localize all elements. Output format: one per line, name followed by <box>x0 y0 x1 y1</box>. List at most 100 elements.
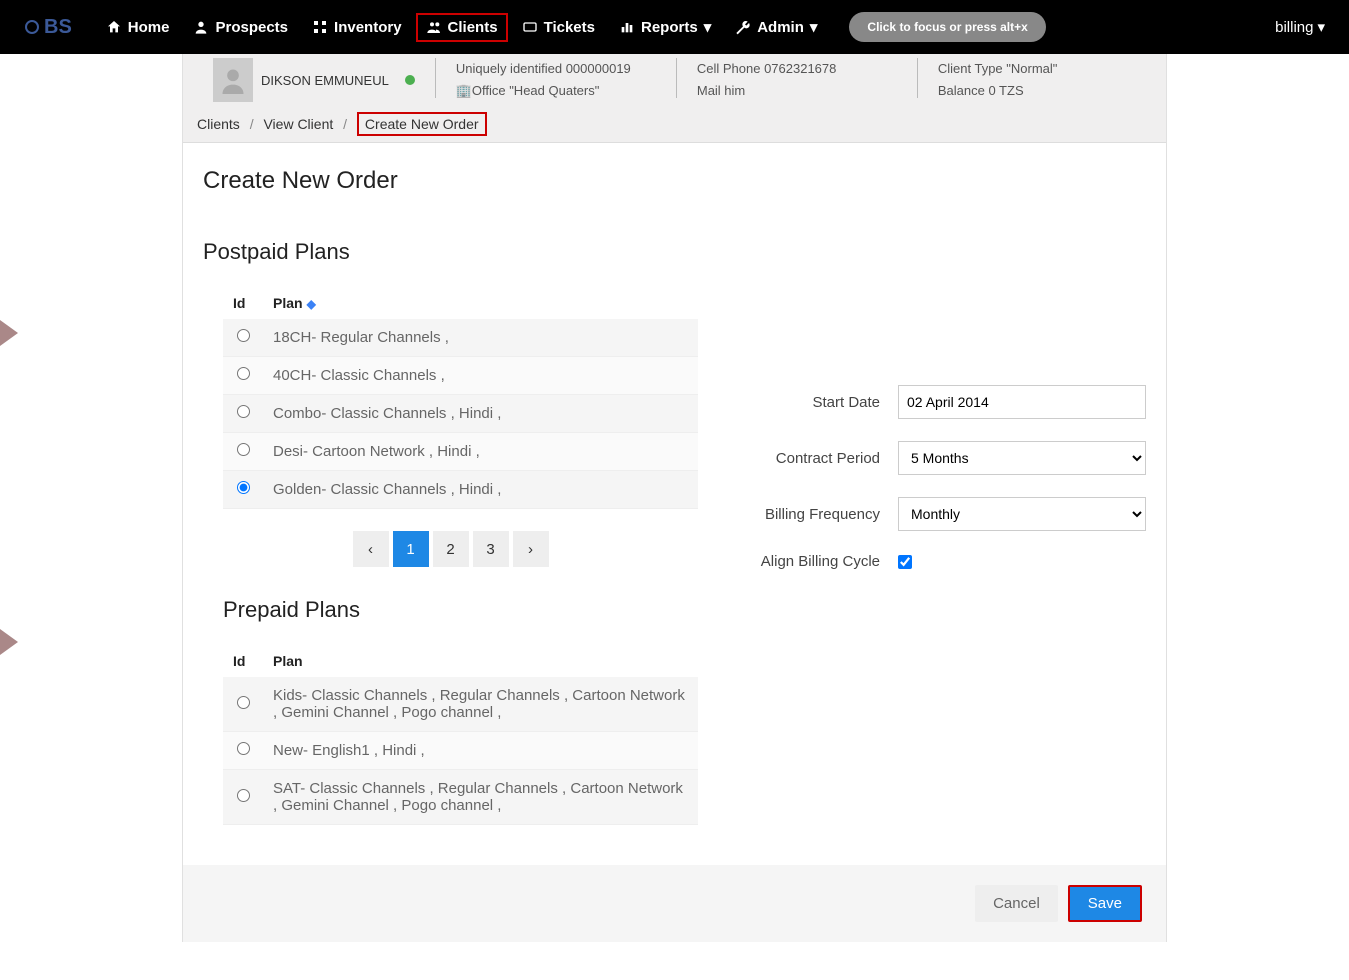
gear-icon <box>24 19 40 35</box>
breadcrumb-sep: / <box>343 116 347 132</box>
page-wrap: DIKSON EMMUNEUL Uniquely identified 0000… <box>182 54 1167 942</box>
mail-link[interactable]: Mail him <box>697 83 745 98</box>
col-id[interactable]: Id <box>223 287 263 319</box>
table-row[interactable]: SAT- Classic Channels , Regular Channels… <box>223 770 698 825</box>
col-plan-label: Plan <box>273 295 303 311</box>
plan-label: New- English1 , Hindi , <box>263 732 698 770</box>
plan-label: 40CH- Classic Channels , <box>263 357 698 395</box>
plan-radio[interactable] <box>237 789 250 802</box>
plan-label: Golden- Classic Channels , Hindi , <box>263 471 698 509</box>
page-prev[interactable]: ‹ <box>353 531 389 567</box>
client-contact-col: Cell Phone 0762321678 Mail him <box>697 58 897 102</box>
prepaid-title: Prepaid Plans <box>223 597 698 623</box>
contract-period-select[interactable]: 5 Months <box>898 441 1146 475</box>
start-date-label: Start Date <box>738 394 898 411</box>
plan-label: 18CH- Regular Channels , <box>263 319 698 357</box>
divider <box>435 58 436 98</box>
status-dot <box>405 75 415 85</box>
nav-inventory-label: Inventory <box>334 19 402 36</box>
plans-column: Postpaid Plans Id Plan ◆ 18CH- Regular Ch… <box>203 225 698 825</box>
plan-radio[interactable] <box>237 367 250 380</box>
postpaid-title: Postpaid Plans <box>203 239 698 265</box>
save-button[interactable]: Save <box>1068 885 1142 922</box>
nav-tickets[interactable]: Tickets <box>512 13 605 42</box>
top-navbar: BS Home Prospects Inventory Clients Tick… <box>0 0 1349 54</box>
person-icon <box>219 64 247 96</box>
avatar <box>213 58 253 102</box>
breadcrumb-sep: / <box>250 116 254 132</box>
nav-tickets-label: Tickets <box>544 19 595 36</box>
content-area: Create New Order Postpaid Plans Id Plan◆… <box>183 143 1166 865</box>
client-id-col: Uniquely identified 000000019 🏢Office "H… <box>456 58 656 102</box>
page-next[interactable]: › <box>513 531 549 567</box>
caret-down-icon: ▾ <box>704 18 712 36</box>
user-menu-label: billing <box>1275 19 1313 36</box>
table-row[interactable]: Kids- Classic Channels , Regular Channel… <box>223 677 698 732</box>
client-unique: Uniquely identified 000000019 <box>456 58 656 80</box>
divider <box>917 58 918 98</box>
chart-icon <box>619 19 635 35</box>
nav-reports[interactable]: Reports ▾ <box>609 12 721 42</box>
cancel-button[interactable]: Cancel <box>975 885 1058 922</box>
table-row[interactable]: 18CH- Regular Channels , <box>223 319 698 357</box>
prepaid-table: Id Plan Kids- Classic Channels , Regular… <box>223 645 698 825</box>
nav-admin-label: Admin <box>757 19 804 36</box>
caret-down-icon: ▾ <box>810 18 818 36</box>
nav-prospects-label: Prospects <box>215 19 288 36</box>
table-row[interactable]: Golden- Classic Channels , Hindi , <box>223 471 698 509</box>
ticket-icon <box>522 19 538 35</box>
plan-radio[interactable] <box>237 405 250 418</box>
plan-radio[interactable] <box>237 742 250 755</box>
plan-label: Desi- Cartoon Network , Hindi , <box>263 433 698 471</box>
breadcrumb-current: Create New Order <box>357 112 487 136</box>
client-type: Client Type "Normal" <box>938 58 1138 80</box>
nav-items: Home Prospects Inventory Clients Tickets… <box>96 12 1046 42</box>
nav-home[interactable]: Home <box>96 13 180 42</box>
page-3[interactable]: 3 <box>473 531 509 567</box>
plan-radio[interactable] <box>237 329 250 342</box>
postpaid-table: Id Plan ◆ 18CH- Regular Channels ,40CH- C… <box>223 287 698 509</box>
brand-logo[interactable]: BS <box>24 16 72 39</box>
start-date-input[interactable] <box>898 385 1146 419</box>
nav-clients-label: Clients <box>448 19 498 36</box>
table-row[interactable]: Desi- Cartoon Network , Hindi , <box>223 433 698 471</box>
align-billing-checkbox[interactable] <box>898 555 912 569</box>
left-drawer-handle-2[interactable] <box>0 629 18 655</box>
contract-period-label: Contract Period <box>738 450 898 467</box>
client-balance-col: Client Type "Normal" Balance 0 TZS <box>938 58 1138 102</box>
left-drawer-handle-1[interactable] <box>0 320 18 346</box>
page-1[interactable]: 1 <box>393 531 429 567</box>
page-2[interactable]: 2 <box>433 531 469 567</box>
col-plan[interactable]: Plan <box>263 645 698 677</box>
billing-frequency-select[interactable]: Monthly <box>898 497 1146 531</box>
search-focus-pill[interactable]: Click to focus or press alt+x <box>849 12 1045 42</box>
nav-reports-label: Reports <box>641 19 698 36</box>
user-icon <box>193 19 209 35</box>
plan-radio[interactable] <box>237 481 250 494</box>
plan-radio[interactable] <box>237 696 250 709</box>
plan-radio[interactable] <box>237 443 250 456</box>
table-row[interactable]: 40CH- Classic Channels , <box>223 357 698 395</box>
order-form: Start Date Contract Period 5 Months Bill… <box>738 225 1146 825</box>
nav-inventory[interactable]: Inventory <box>302 13 412 42</box>
grid-icon <box>312 19 328 35</box>
nav-prospects[interactable]: Prospects <box>183 13 298 42</box>
table-row[interactable]: Combo- Classic Channels , Hindi , <box>223 395 698 433</box>
wrench-icon <box>735 19 751 35</box>
user-menu[interactable]: billing▾ <box>1275 18 1325 36</box>
sort-icon: ◆ <box>307 297 316 311</box>
users-icon <box>426 19 442 35</box>
billing-frequency-label: Billing Frequency <box>738 506 898 523</box>
table-row[interactable]: New- English1 , Hindi , <box>223 732 698 770</box>
client-balance: Balance 0 TZS <box>938 80 1138 102</box>
col-id[interactable]: Id <box>223 645 263 677</box>
breadcrumb-clients[interactable]: Clients <box>197 116 240 132</box>
col-plan[interactable]: Plan ◆ <box>263 287 698 319</box>
align-billing-label: Align Billing Cycle <box>738 553 898 570</box>
nav-clients[interactable]: Clients <box>416 13 508 42</box>
plan-label: Combo- Classic Channels , Hindi , <box>263 395 698 433</box>
form-actions: Cancel Save <box>183 865 1166 942</box>
nav-admin[interactable]: Admin ▾ <box>725 12 827 42</box>
breadcrumb-view-client[interactable]: View Client <box>263 116 333 132</box>
client-cell: Cell Phone 0762321678 <box>697 58 897 80</box>
